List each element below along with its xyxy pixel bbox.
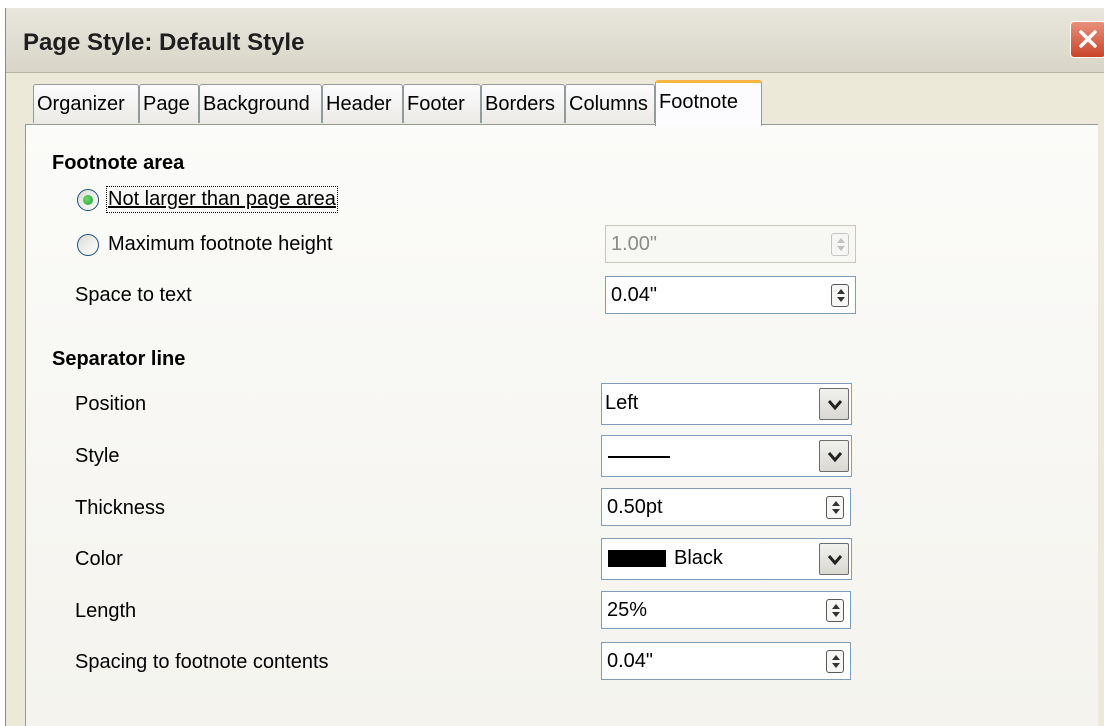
- length-spin-button[interactable]: [826, 599, 844, 622]
- tab-borders[interactable]: Borders: [481, 84, 565, 123]
- max-height-spin-button[interactable]: [831, 233, 849, 256]
- style-dropdown[interactable]: [601, 435, 852, 477]
- space-to-text-label: Space to text: [75, 284, 192, 306]
- footnote-area-heading: Footnote area: [52, 152, 185, 174]
- max-height-label[interactable]: Maximum footnote height: [108, 233, 333, 256]
- radio-not-larger[interactable]: [77, 189, 99, 211]
- space-to-text-value: 0.04": [611, 284, 658, 306]
- dropdown-arrow-icon: [828, 452, 842, 463]
- color-swatch: [608, 550, 666, 567]
- color-value: Black: [674, 547, 723, 569]
- max-height-field[interactable]: 1.00": [605, 225, 856, 263]
- length-label: Length: [75, 600, 137, 622]
- tab-page[interactable]: Page: [139, 84, 199, 123]
- tab-bar: Organizer Page Background Header Footer …: [25, 80, 1099, 126]
- separator-line-heading: Separator line: [52, 348, 186, 370]
- tab-header[interactable]: Header: [322, 84, 403, 123]
- radio-selected-dot: [83, 195, 93, 205]
- length-field[interactable]: 25%: [601, 591, 851, 629]
- close-icon: [1079, 30, 1097, 48]
- not-larger-label[interactable]: Not larger than page area: [106, 186, 338, 213]
- style-label: Style: [75, 445, 120, 467]
- position-dropdown-button[interactable]: [819, 388, 849, 420]
- spacing-spin-button[interactable]: [826, 650, 844, 673]
- spin-up-down-icon: [832, 501, 840, 514]
- spacing-value: 0.04": [607, 650, 654, 672]
- dropdown-arrow-icon: [828, 400, 842, 411]
- window-title: Page Style: Default Style: [23, 29, 305, 56]
- radio-max-height[interactable]: [77, 234, 99, 256]
- spacing-field[interactable]: 0.04": [601, 642, 851, 680]
- color-dropdown-button[interactable]: [819, 543, 849, 575]
- length-value: 25%: [607, 599, 648, 621]
- position-dropdown[interactable]: Left: [601, 383, 852, 425]
- footnote-panel: Footnote area Not larger than page area …: [25, 124, 1098, 726]
- style-dropdown-button[interactable]: [819, 440, 849, 472]
- dropdown-arrow-icon: [828, 555, 842, 566]
- color-label: Color: [75, 548, 123, 570]
- spin-up-down-icon: [832, 604, 840, 617]
- position-label: Position: [75, 393, 147, 415]
- thickness-field[interactable]: 0.50pt: [601, 488, 851, 526]
- thickness-value: 0.50pt: [607, 496, 663, 518]
- title-bar[interactable]: Page Style: Default Style: [6, 8, 1104, 73]
- position-value: Left: [605, 392, 639, 414]
- spin-up-down-icon: [837, 238, 845, 251]
- thickness-label: Thickness: [75, 497, 166, 519]
- line-style-preview: [608, 456, 670, 458]
- spin-up-down-icon: [837, 289, 845, 302]
- space-to-text-spin-button[interactable]: [831, 284, 849, 307]
- color-dropdown[interactable]: Black: [601, 538, 852, 580]
- tab-columns[interactable]: Columns: [565, 84, 655, 123]
- space-to-text-field[interactable]: 0.04": [605, 276, 856, 314]
- tab-background[interactable]: Background: [199, 84, 322, 123]
- tab-footnote[interactable]: Footnote: [655, 80, 762, 126]
- thickness-spin-button[interactable]: [826, 496, 844, 519]
- tab-footer[interactable]: Footer: [403, 84, 481, 123]
- close-button[interactable]: [1070, 21, 1104, 58]
- spacing-label: Spacing to footnote contents: [75, 651, 329, 673]
- tab-organizer[interactable]: Organizer: [33, 84, 139, 123]
- max-height-value: 1.00": [611, 233, 658, 255]
- spin-up-down-icon: [832, 655, 840, 668]
